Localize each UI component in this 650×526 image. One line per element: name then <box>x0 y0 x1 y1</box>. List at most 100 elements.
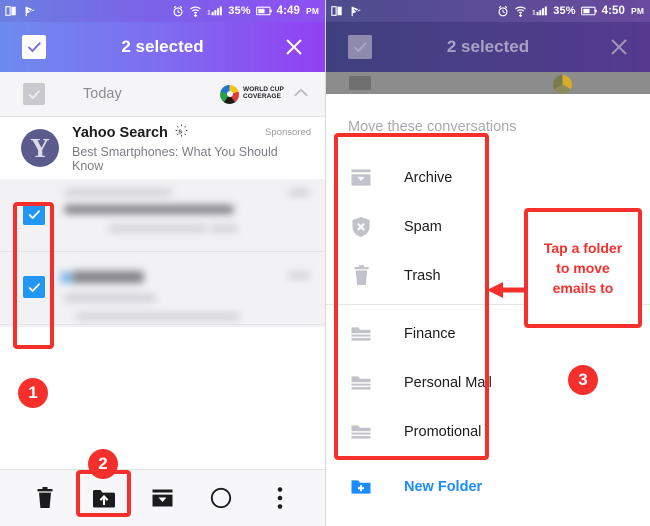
annotation-callout: Tap a folder to move emails to <box>524 208 642 328</box>
close-icon <box>286 39 302 55</box>
new-folder-label: New Folder <box>404 478 483 495</box>
new-folder-button[interactable]: New Folder <box>326 462 650 511</box>
dimmed-today-row <box>326 72 650 94</box>
screenshot-root: 1 35% 4:49 PM 2 selected Today WORLD CUP… <box>0 0 650 526</box>
archive-icon <box>152 489 173 507</box>
folder-move-icon <box>92 489 115 507</box>
selection-count-title: 2 selected <box>446 37 530 56</box>
folder-item-promotional[interactable]: Promotional <box>326 407 650 456</box>
svg-text:1: 1 <box>208 10 212 16</box>
world-cup-badge[interactable]: WORLD CUP COVERAGE <box>220 84 284 104</box>
annotation-marker-1: 1 <box>18 378 48 408</box>
folder-label: Finance <box>404 325 456 342</box>
annotation-arrow-icon <box>487 282 528 298</box>
annotation-marker-3: 3 <box>568 365 598 395</box>
chevron-up-icon <box>294 88 308 97</box>
flag-icon <box>350 5 363 17</box>
select-all-checkbox[interactable] <box>348 35 372 59</box>
mail-select-checkbox[interactable] <box>23 203 45 225</box>
today-label: Today <box>83 86 122 102</box>
folder-plus-icon <box>348 477 374 496</box>
folder-icon <box>348 373 374 392</box>
mark-unread-button[interactable] <box>201 478 241 518</box>
spam-shield-icon <box>348 216 374 238</box>
checkmark-icon <box>353 42 367 53</box>
trash-icon <box>37 486 53 508</box>
checkmark-icon <box>28 89 40 99</box>
world-cup-badge-line2: COVERAGE <box>243 93 282 100</box>
svg-text:1: 1 <box>533 10 537 16</box>
collapse-section-button[interactable] <box>293 85 309 103</box>
svg-text:s: s <box>178 126 182 135</box>
today-section-header[interactable]: Today WORLD CUP COVERAGE <box>0 72 325 117</box>
clock-ampm: PM <box>306 6 319 16</box>
checkmark-icon <box>27 42 41 53</box>
trash-icon <box>348 264 374 287</box>
dialog-title: Move these conversations <box>348 119 517 135</box>
delete-button[interactable] <box>25 478 65 518</box>
battery-icon <box>255 6 272 16</box>
select-all-checkbox[interactable] <box>22 35 46 59</box>
selection-app-bar: 2 selected <box>0 22 325 72</box>
alarm-icon <box>497 5 509 17</box>
clock-time: 4:49 <box>276 5 301 17</box>
callout-line-1: Tap a folder <box>543 239 623 256</box>
split-screen-icon <box>5 5 17 17</box>
folder-label: Trash <box>404 267 441 284</box>
ad-subtitle: Best Smartphones: What You Should Know <box>72 144 278 173</box>
today-select-checkbox[interactable] <box>23 83 45 105</box>
folder-icon <box>348 324 374 343</box>
annotation-marker-2: 2 <box>88 449 118 479</box>
folder-label: Spam <box>404 218 442 235</box>
folder-label: Personal Mail <box>404 374 492 391</box>
battery-percent: 35% <box>228 5 251 17</box>
close-selection-button[interactable] <box>283 36 305 58</box>
avatar: Y <box>21 129 59 167</box>
list-item[interactable] <box>0 179 325 252</box>
clock-ampm: PM <box>631 6 644 16</box>
mail-list <box>0 179 325 327</box>
status-bar: 1 35% 4:49 PM <box>0 0 325 22</box>
sponsored-ad-row[interactable]: Y Yahoo Search s Sponsored Best Smartpho… <box>0 117 325 179</box>
mail-select-checkbox[interactable] <box>23 276 45 298</box>
status-bar: 1 35% 4:50 PM <box>326 0 650 22</box>
callout-line-2: to move <box>556 259 610 276</box>
selection-count-title: 2 selected <box>121 37 204 56</box>
folder-label: Promotional <box>404 423 482 440</box>
archive-icon <box>348 168 374 187</box>
circle-icon <box>210 487 232 509</box>
checkmark-icon <box>28 209 40 219</box>
split-screen-icon <box>331 5 343 17</box>
battery-percent: 35% <box>553 5 576 17</box>
wifi-icon <box>514 5 527 17</box>
three-dots-icon <box>277 487 282 509</box>
close-icon <box>611 39 627 55</box>
battery-icon <box>580 6 597 16</box>
sponsored-label: Sponsored <box>265 127 311 138</box>
signal-icon: 1 <box>207 5 223 17</box>
callout-line-3: emails to <box>552 280 614 297</box>
folder-icon <box>348 422 374 441</box>
close-selection-button[interactable] <box>608 36 630 58</box>
flag-icon <box>24 5 37 17</box>
move-to-folder-button[interactable] <box>84 478 124 518</box>
wifi-icon <box>189 5 202 17</box>
folder-item-archive[interactable]: Archive <box>326 153 650 202</box>
alarm-icon <box>172 5 184 17</box>
world-cup-logo-icon <box>220 84 240 104</box>
left-phone-screen: 1 35% 4:49 PM 2 selected Today WORLD CUP… <box>0 0 325 526</box>
folder-list-custom: Finance Personal Mail Promotional <box>326 309 650 456</box>
sun-burst-icon: s <box>175 124 188 142</box>
selection-app-bar: 2 selected <box>326 22 650 72</box>
list-item[interactable] <box>0 252 325 325</box>
checkmark-icon <box>28 282 40 292</box>
bottom-action-toolbar <box>0 469 325 526</box>
ad-title: Yahoo Search <box>72 124 168 141</box>
signal-icon: 1 <box>532 5 548 17</box>
more-options-button[interactable] <box>260 478 300 518</box>
folder-item-personal-mail[interactable]: Personal Mail <box>326 358 650 407</box>
right-phone-screen: 1 35% 4:50 PM 2 selected Move these conv… <box>325 0 650 526</box>
archive-button[interactable] <box>142 478 182 518</box>
folder-label: Archive <box>404 169 453 186</box>
clock-time: 4:50 <box>601 5 626 17</box>
